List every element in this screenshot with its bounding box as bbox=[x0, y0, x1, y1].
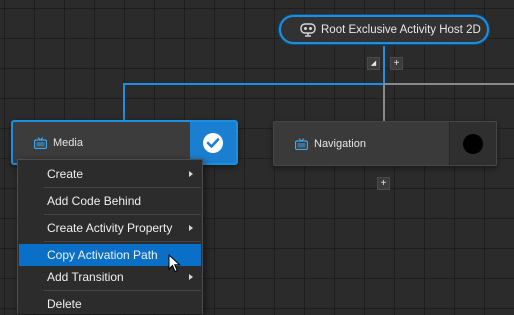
wire-root-to-media bbox=[123, 46, 385, 120]
menu-item-label: Add Code Behind bbox=[47, 194, 142, 208]
root-activity-host-node[interactable]: Root Exclusive Activity Host 2D bbox=[279, 15, 489, 44]
root-node-label: Root Exclusive Activity Host 2D bbox=[321, 23, 481, 36]
submenu-arrow-icon bbox=[189, 225, 193, 231]
checkmark-icon bbox=[203, 132, 223, 153]
node-label: Media bbox=[53, 136, 83, 149]
menu-separator bbox=[44, 214, 201, 215]
menu-separator bbox=[44, 290, 201, 291]
menu-item-delete[interactable]: Delete bbox=[19, 293, 201, 315]
menu-item-label: Add Transition bbox=[47, 270, 124, 284]
submenu-arrow-icon bbox=[189, 274, 193, 280]
menu-item-create-activity-property[interactable]: Create Activity Property bbox=[19, 217, 201, 239]
menu-item-label: Copy Activation Path bbox=[47, 248, 158, 262]
submenu-arrow-icon bbox=[189, 171, 193, 177]
menu-item-create[interactable]: Create bbox=[19, 163, 201, 185]
activity-node-navigation[interactable]: Navigation bbox=[273, 121, 497, 166]
add-child-button[interactable]: + bbox=[390, 57, 403, 70]
black-dot-icon bbox=[463, 133, 483, 154]
inactive-badge[interactable] bbox=[449, 122, 496, 165]
mouse-cursor-icon bbox=[168, 254, 181, 273]
collapse-button[interactable]: ◢ bbox=[367, 57, 380, 70]
node-label: Navigation bbox=[314, 137, 366, 150]
tv-icon bbox=[34, 136, 47, 149]
add-navigation-child-button[interactable]: + bbox=[377, 177, 390, 190]
plus-icon: + bbox=[380, 177, 387, 189]
active-badge[interactable] bbox=[190, 122, 236, 163]
menu-item-label: Delete bbox=[47, 297, 82, 311]
tv-icon bbox=[295, 137, 308, 150]
menu-item-label: Create Activity Property bbox=[47, 221, 173, 235]
menu-separator bbox=[44, 241, 201, 242]
menu-separator bbox=[44, 187, 201, 188]
plus-icon: + bbox=[393, 57, 400, 69]
collapse-icon: ◢ bbox=[370, 60, 377, 67]
menu-item-add-code-behind[interactable]: Add Code Behind bbox=[19, 190, 201, 212]
context-menu: Create Add Code Behind Create Activity P… bbox=[17, 159, 203, 314]
menu-item-label: Create bbox=[47, 167, 84, 181]
activity-host-icon bbox=[300, 22, 316, 37]
